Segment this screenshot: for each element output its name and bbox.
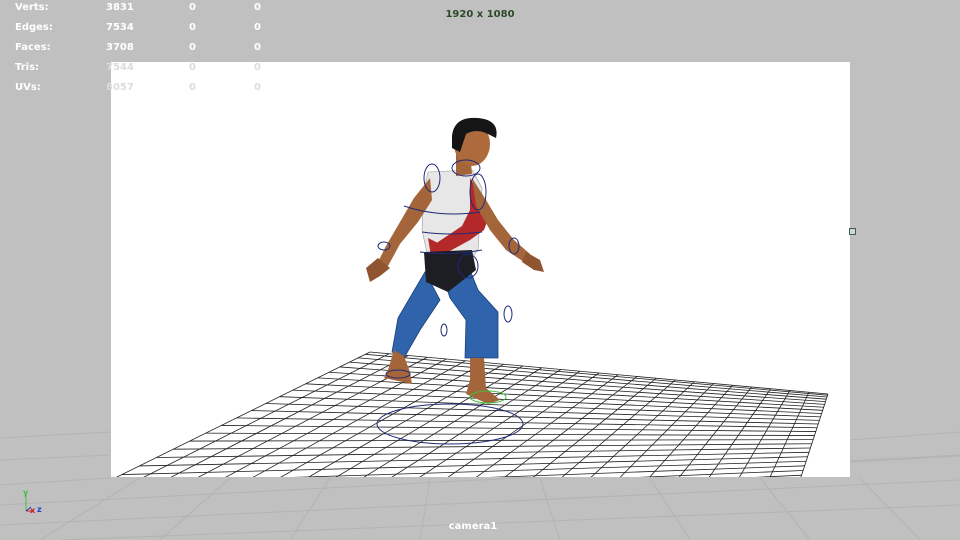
hud-value: 7544	[106, 62, 134, 73]
hud-label: UVs:	[15, 82, 41, 93]
axis-x-label: x	[30, 506, 36, 515]
camera-name-label: camera1	[448, 521, 498, 532]
hud-value: 0	[189, 22, 196, 33]
hud-value: 0	[254, 82, 261, 93]
hud-value: 0	[254, 42, 261, 53]
hud-value: 3708	[106, 42, 134, 53]
hud-value: 0	[189, 2, 196, 13]
gate-resize-handle-icon[interactable]	[849, 228, 856, 235]
hud-value: 7534	[106, 22, 134, 33]
hud-value: 0	[254, 62, 261, 73]
hud-value: 8057	[106, 82, 134, 93]
hud-value: 0	[189, 42, 196, 53]
hud-value: 0	[189, 82, 196, 93]
resolution-label: 1920 x 1080	[445, 9, 515, 20]
hud-label: Verts:	[15, 2, 49, 13]
hud-label: Tris:	[15, 62, 40, 73]
hud-value: 0	[254, 22, 261, 33]
hud-label: Faces:	[15, 42, 51, 53]
maya-viewport[interactable]: y x z 1920 x 1080 camera1 Verts: 3831 0 …	[0, 0, 960, 540]
axis-z-label: z	[37, 505, 42, 514]
hud-value: 0	[189, 62, 196, 73]
hud-value: 3831	[106, 2, 134, 13]
hud-label: Edges:	[15, 22, 53, 33]
viewport-canvas[interactable]	[0, 0, 960, 540]
axis-y-label: y	[23, 488, 29, 497]
hud-value: 0	[254, 2, 261, 13]
